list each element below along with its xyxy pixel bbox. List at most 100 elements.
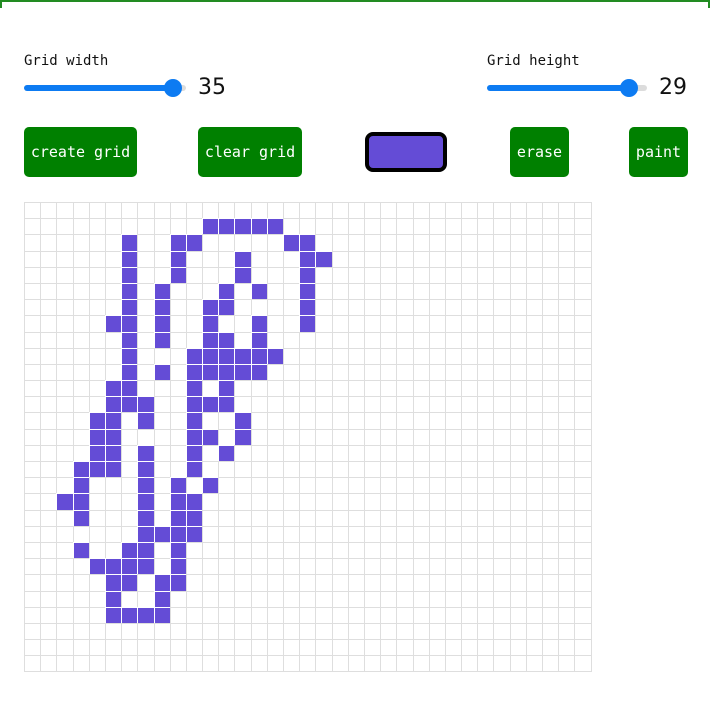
grid-cell[interactable] bbox=[121, 525, 138, 542]
grid-cell[interactable] bbox=[202, 655, 219, 672]
grid-cell[interactable] bbox=[428, 218, 445, 235]
grid-cell[interactable] bbox=[250, 606, 267, 623]
grid-cell[interactable] bbox=[153, 266, 170, 283]
grid-cell[interactable] bbox=[24, 331, 41, 348]
grid-cell[interactable] bbox=[56, 622, 73, 640]
grid-cell[interactable] bbox=[525, 509, 542, 526]
grid-cell[interactable] bbox=[169, 315, 186, 332]
grid-cell[interactable] bbox=[558, 606, 575, 623]
grid-cell[interactable] bbox=[461, 282, 478, 300]
grid-cell[interactable] bbox=[202, 282, 219, 300]
grid-cell[interactable] bbox=[380, 461, 397, 478]
grid-cell[interactable] bbox=[525, 477, 542, 494]
grid-cell[interactable] bbox=[218, 380, 235, 397]
grid-cell[interactable] bbox=[574, 363, 591, 381]
grid-cell[interactable] bbox=[509, 250, 526, 267]
grid-cell[interactable] bbox=[234, 202, 251, 219]
grid-cell[interactable] bbox=[509, 331, 526, 348]
grid-cell[interactable] bbox=[72, 509, 89, 526]
grid-cell[interactable] bbox=[24, 493, 41, 510]
grid-cell[interactable] bbox=[315, 525, 332, 542]
grid-cell[interactable] bbox=[444, 444, 462, 461]
grid-cell[interactable] bbox=[299, 639, 316, 656]
grid-cell[interactable] bbox=[444, 299, 462, 316]
grid-cell[interactable] bbox=[477, 250, 494, 267]
grid-cell[interactable] bbox=[266, 622, 283, 640]
grid-cell[interactable] bbox=[542, 347, 559, 364]
grid-cell[interactable] bbox=[88, 266, 105, 283]
grid-cell[interactable] bbox=[24, 477, 41, 494]
grid-cell[interactable] bbox=[250, 590, 267, 607]
grid-cell[interactable] bbox=[558, 299, 575, 316]
grid-cell[interactable] bbox=[121, 282, 138, 300]
grid-cell[interactable] bbox=[202, 574, 219, 591]
grid-cell[interactable] bbox=[574, 202, 591, 219]
grid-cell[interactable] bbox=[72, 541, 89, 559]
grid-cell[interactable] bbox=[363, 412, 381, 429]
grid-cell[interactable] bbox=[525, 315, 542, 332]
grid-cell[interactable] bbox=[558, 461, 575, 478]
grid-cell[interactable] bbox=[72, 363, 89, 381]
grid-cell[interactable] bbox=[493, 655, 510, 672]
grid-cell[interactable] bbox=[477, 590, 494, 607]
grid-cell[interactable] bbox=[363, 606, 381, 623]
grid-cell[interactable] bbox=[121, 590, 138, 607]
grid-cell[interactable] bbox=[509, 299, 526, 316]
grid-cell[interactable] bbox=[363, 234, 381, 251]
grid-cell[interactable] bbox=[558, 282, 575, 300]
grid-cell[interactable] bbox=[477, 541, 494, 559]
grid-cell[interactable] bbox=[137, 282, 154, 300]
grid-cell[interactable] bbox=[40, 347, 57, 364]
grid-cell[interactable] bbox=[202, 412, 219, 429]
grid-cell[interactable] bbox=[525, 493, 542, 510]
grid-cell[interactable] bbox=[185, 574, 203, 591]
grid-cell[interactable] bbox=[250, 331, 267, 348]
grid-cell[interactable] bbox=[218, 218, 235, 235]
grid-cell[interactable] bbox=[266, 202, 283, 219]
grid-cell[interactable] bbox=[185, 299, 203, 316]
grid-cell[interactable] bbox=[574, 590, 591, 607]
grid-cell[interactable] bbox=[461, 234, 478, 251]
grid-cell[interactable] bbox=[299, 461, 316, 478]
grid-cell[interactable] bbox=[428, 428, 445, 445]
grid-cell[interactable] bbox=[137, 347, 154, 364]
grid-cell[interactable] bbox=[250, 541, 267, 559]
grid-cell[interactable] bbox=[40, 380, 57, 397]
grid-cell[interactable] bbox=[493, 558, 510, 575]
grid-cell[interactable] bbox=[493, 347, 510, 364]
grid-cell[interactable] bbox=[509, 347, 526, 364]
grid-cell[interactable] bbox=[299, 558, 316, 575]
grid-cell[interactable] bbox=[234, 606, 251, 623]
grid-cell[interactable] bbox=[234, 428, 251, 445]
grid-cell[interactable] bbox=[40, 315, 57, 332]
grid-cell[interactable] bbox=[250, 396, 267, 413]
grid-cell[interactable] bbox=[234, 477, 251, 494]
grid-cell[interactable] bbox=[153, 331, 170, 348]
grid-cell[interactable] bbox=[396, 574, 413, 591]
grid-cell[interactable] bbox=[169, 525, 186, 542]
grid-cell[interactable] bbox=[250, 282, 267, 300]
grid-cell[interactable] bbox=[88, 347, 105, 364]
grid-cell[interactable] bbox=[169, 218, 186, 235]
grid-cell[interactable] bbox=[185, 412, 203, 429]
grid-cell[interactable] bbox=[461, 509, 478, 526]
grid-cell[interactable] bbox=[218, 622, 235, 640]
grid-cell[interactable] bbox=[509, 315, 526, 332]
grid-cell[interactable] bbox=[202, 558, 219, 575]
grid-cell[interactable] bbox=[72, 396, 89, 413]
grid-cell[interactable] bbox=[331, 558, 348, 575]
grid-cell[interactable] bbox=[121, 347, 138, 364]
grid-cell[interactable] bbox=[574, 461, 591, 478]
grid-cell[interactable] bbox=[137, 541, 154, 559]
grid-cell[interactable] bbox=[363, 202, 381, 219]
grid-cell[interactable] bbox=[412, 558, 429, 575]
grid-cell[interactable] bbox=[56, 639, 73, 656]
grid-cell[interactable] bbox=[509, 282, 526, 300]
grid-cell[interactable] bbox=[299, 299, 316, 316]
grid-cell[interactable] bbox=[24, 202, 41, 219]
grid-cell[interactable] bbox=[121, 509, 138, 526]
grid-cell[interactable] bbox=[477, 622, 494, 640]
grid-cell[interactable] bbox=[574, 299, 591, 316]
grid-cell[interactable] bbox=[347, 493, 364, 510]
grid-cell[interactable] bbox=[137, 202, 154, 219]
